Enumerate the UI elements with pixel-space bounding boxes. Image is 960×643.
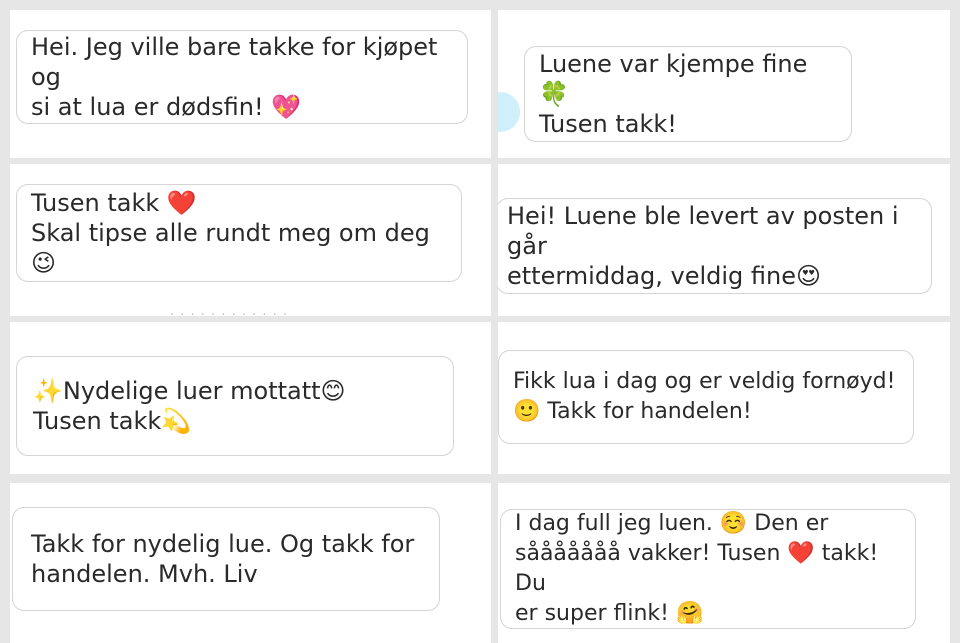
screenshot-panel-3: Tusen takk ❤️ Skal tipse alle rundt meg … [10, 164, 491, 316]
message-bubble: I dag full jeg luen. ☺️ Den er sååååååå … [500, 509, 916, 629]
message-text: Hei! Luene ble levert av posten i går et… [507, 202, 899, 290]
message-bubble: Takk for nydelig lue. Og takk for handel… [12, 507, 440, 611]
message-bubble: ✨Nydelige luer mottatt😊 Tusen takk💫 [16, 356, 454, 456]
screenshot-panel-1: Hei. Jeg ville bare takke for kjøpet og … [10, 10, 491, 158]
screenshot-panel-4: Hei! Luene ble levert av posten i går et… [498, 164, 950, 316]
screenshot-panel-8: I dag full jeg luen. ☺️ Den er sååååååå … [498, 483, 950, 643]
message-bubble: Hei! Luene ble levert av posten i går et… [498, 198, 932, 294]
message-text: Tusen takk ❤️ Skal tipse alle rundt meg … [31, 189, 430, 277]
screenshot-panel-5: ✨Nydelige luer mottatt😊 Tusen takk💫 [10, 322, 491, 474]
message-text: ✨Nydelige luer mottatt😊 Tusen takk💫 [33, 377, 346, 435]
message-text: Hei. Jeg ville bare takke for kjøpet og … [31, 33, 438, 121]
message-text: Luene var kjempe fine 🍀 Tusen takk! [539, 50, 808, 138]
message-text: Takk for nydelig lue. Og takk for handel… [31, 530, 415, 588]
avatar [498, 92, 520, 132]
message-text: I dag full jeg luen. ☺️ Den er sååååååå … [515, 511, 879, 626]
message-text: Fikk lua i dag og er veldig fornøyd! 🙂 T… [513, 369, 896, 424]
screenshot-panel-2: · · · · · · · · · · Luene var kjempe fin… [498, 10, 950, 158]
timestamp-fragment: · · · · · · · · · · · · [170, 308, 289, 316]
screenshot-panel-7: Takk for nydelig lue. Og takk for handel… [10, 483, 491, 643]
timestamp-fragment: · · · · · · · · · · [678, 10, 776, 17]
message-bubble: Hei. Jeg ville bare takke for kjøpet og … [16, 30, 468, 124]
message-bubble: Luene var kjempe fine 🍀 Tusen takk! [524, 46, 852, 142]
message-bubble: Tusen takk ❤️ Skal tipse alle rundt meg … [16, 184, 462, 282]
screenshot-panel-6: Fikk lua i dag og er veldig fornøyd! 🙂 T… [498, 322, 950, 474]
message-bubble: Fikk lua i dag og er veldig fornøyd! 🙂 T… [498, 350, 914, 444]
